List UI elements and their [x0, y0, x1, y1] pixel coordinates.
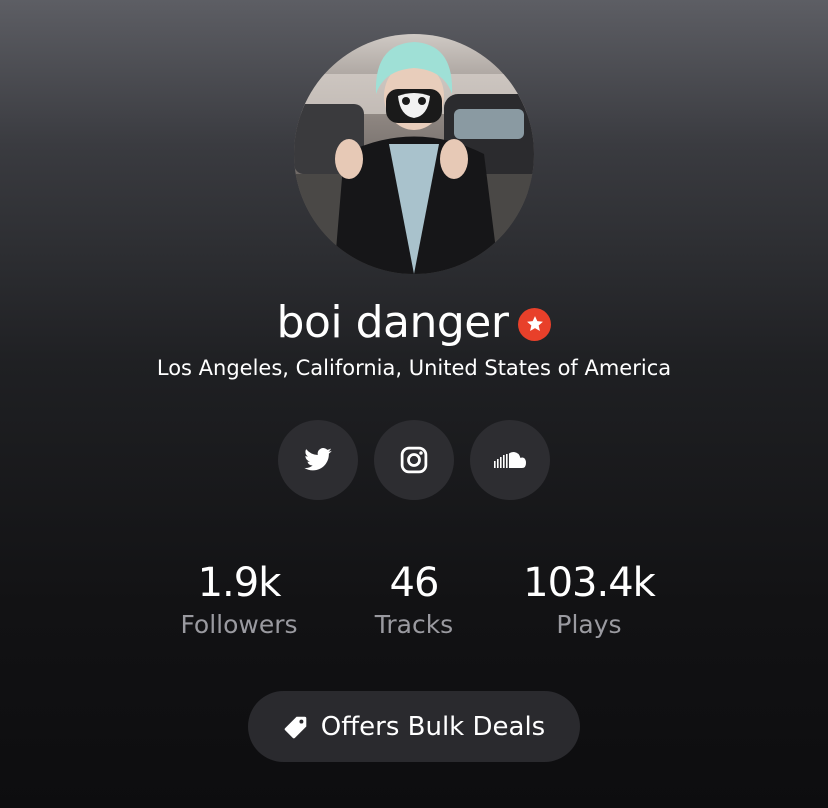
tracks-count: 46 [389, 560, 440, 606]
tracks-label: Tracks [374, 610, 454, 639]
followers-label: Followers [180, 610, 298, 639]
soundcloud-button[interactable] [470, 420, 550, 500]
soundcloud-icon [494, 452, 526, 468]
stat-followers[interactable]: 1.9k Followers [139, 558, 339, 642]
instagram-button[interactable] [374, 420, 454, 500]
profile-header: boi danger [0, 292, 828, 352]
tag-icon [284, 716, 307, 738]
profile-photo [294, 34, 534, 274]
twitter-icon [304, 448, 332, 471]
stat-tracks[interactable]: 46 Tracks [314, 558, 514, 642]
offers-bulk-deals-button[interactable]: Offers Bulk Deals [248, 691, 580, 762]
avatar[interactable] [294, 34, 534, 274]
plays-label: Plays [556, 610, 622, 639]
stat-plays: 103.4k Plays [489, 558, 689, 642]
profile-stats: 1.9k Followers 46 Tracks 103.4k Plays [0, 558, 828, 648]
instagram-icon [400, 446, 428, 474]
profile-name: boi danger [276, 296, 509, 348]
star-badge-icon [518, 307, 552, 341]
offers-label: Offers Bulk Deals [320, 711, 546, 742]
twitter-button[interactable] [278, 420, 358, 500]
social-links [0, 420, 828, 500]
plays-count: 103.4k [523, 560, 656, 606]
followers-count: 1.9k [197, 560, 282, 606]
profile-location: Los Angeles, California, United States o… [156, 356, 672, 380]
